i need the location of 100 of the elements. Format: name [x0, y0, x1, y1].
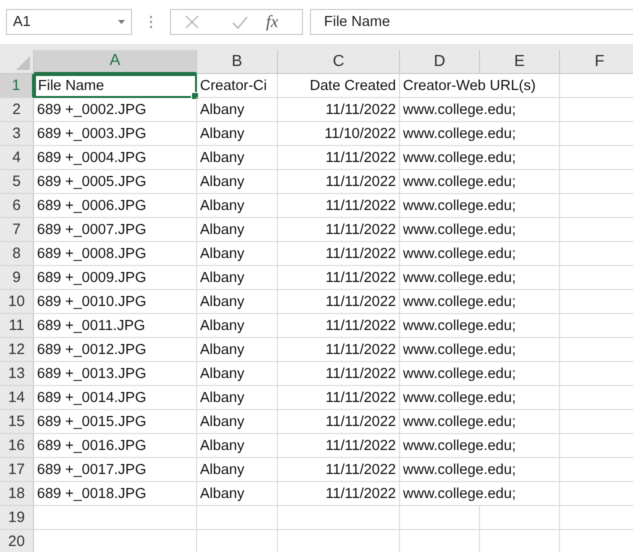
checkmark-icon[interactable] [232, 16, 248, 28]
table-cell: 689 +_0011.JPG [34, 314, 197, 338]
column-header[interactable]: D [400, 50, 480, 74]
row-header[interactable]: 2 [0, 98, 34, 122]
table-cell: 11/10/2022 [278, 122, 400, 146]
table-cell: Albany [197, 434, 278, 458]
active-cell[interactable]: File Name [34, 74, 197, 98]
table-cell: 11/11/2022 [278, 218, 400, 242]
fill-handle[interactable] [191, 92, 199, 100]
table-cell: Albany [197, 122, 278, 146]
table-cell: Albany [197, 482, 278, 506]
table-cell: www.college.edu; [400, 362, 560, 386]
table-cell: 11/11/2022 [278, 362, 400, 386]
table-cell: 689 +_0002.JPG [34, 98, 197, 122]
table-cell: www.college.edu; [400, 170, 560, 194]
table-cell: www.college.edu; [400, 122, 560, 146]
cell-reference: A1 [13, 14, 31, 30]
table-cell: 689 +_0013.JPG [34, 362, 197, 386]
table-cell: Date Created [278, 74, 400, 98]
row-header[interactable]: 19 [0, 506, 34, 530]
row-header[interactable]: 6 [0, 194, 34, 218]
row-header[interactable]: 5 [0, 170, 34, 194]
table-cell: Albany [197, 410, 278, 434]
column-header[interactable]: B [197, 50, 278, 74]
table-cell: www.college.edu; [400, 146, 560, 170]
column-header[interactable]: C [278, 50, 400, 74]
table-cell: Albany [197, 266, 278, 290]
table-cell: Albany [197, 98, 278, 122]
table-cell: Albany [197, 386, 278, 410]
table-cell: 689 +_0018.JPG [34, 482, 197, 506]
table-cell: 689 +_0007.JPG [34, 218, 197, 242]
insert-function-button[interactable]: fx [266, 12, 278, 32]
table-cell: 11/11/2022 [278, 386, 400, 410]
row-header[interactable]: 11 [0, 314, 34, 338]
table-cell: 11/11/2022 [278, 242, 400, 266]
table-cell: 11/11/2022 [278, 458, 400, 482]
drag-handle-icon[interactable] [149, 15, 153, 29]
table-cell: 11/11/2022 [278, 434, 400, 458]
table-cell: www.college.edu; [400, 386, 560, 410]
row-header[interactable]: 4 [0, 146, 34, 170]
table-cell: Albany [197, 242, 278, 266]
table-cell: 689 +_0012.JPG [34, 338, 197, 362]
formula-text: File Name [324, 14, 390, 30]
table-cell: Albany [197, 458, 278, 482]
column-header[interactable]: E [480, 50, 560, 74]
table-cell: www.college.edu; [400, 242, 560, 266]
row-header[interactable]: 14 [0, 386, 34, 410]
table-cell: Albany [197, 290, 278, 314]
table-cell: www.college.edu; [400, 266, 560, 290]
table-cell: www.college.edu; [400, 218, 560, 242]
row-header[interactable]: 16 [0, 434, 34, 458]
table-cell: www.college.edu; [400, 434, 560, 458]
table-cell: Albany [197, 338, 278, 362]
row-header[interactable]: 1 [0, 74, 34, 98]
formula-bar[interactable]: File Name [310, 9, 633, 35]
table-cell: www.college.edu; [400, 194, 560, 218]
table-cell: 11/11/2022 [278, 482, 400, 506]
table-cell: Creator-Web URL(s) [400, 74, 560, 98]
dropdown-caret-icon[interactable] [118, 20, 125, 24]
row-header[interactable]: 18 [0, 482, 34, 506]
row-header[interactable]: 8 [0, 242, 34, 266]
table-cell: 689 +_0008.JPG [34, 242, 197, 266]
table-cell: 11/11/2022 [278, 410, 400, 434]
column-header[interactable]: A [34, 50, 197, 74]
column-header[interactable]: F [560, 50, 633, 74]
table-cell: 689 +_0015.JPG [34, 410, 197, 434]
table-cell: Albany [197, 314, 278, 338]
row-header[interactable]: 15 [0, 410, 34, 434]
table-cell: www.college.edu; [400, 338, 560, 362]
table-cell: 11/11/2022 [278, 338, 400, 362]
table-cell: 689 +_0005.JPG [34, 170, 197, 194]
table-cell: www.college.edu; [400, 290, 560, 314]
name-box[interactable]: A1 [6, 9, 132, 35]
table-cell: 689 +_0004.JPG [34, 146, 197, 170]
table-cell: Albany [197, 194, 278, 218]
table-cell: 11/11/2022 [278, 266, 400, 290]
table-cell: 11/11/2022 [278, 194, 400, 218]
table-cell: 689 +_0003.JPG [34, 122, 197, 146]
table-cell: www.college.edu; [400, 314, 560, 338]
table-cell: Albany [197, 170, 278, 194]
table-cell: 689 +_0016.JPG [34, 434, 197, 458]
table-cell: 689 +_0006.JPG [34, 194, 197, 218]
table-cell: Albany [197, 362, 278, 386]
table-cell: 11/11/2022 [278, 170, 400, 194]
table-cell: 689 +_0010.JPG [34, 290, 197, 314]
row-header[interactable]: 10 [0, 290, 34, 314]
row-header[interactable]: 9 [0, 266, 34, 290]
table-cell: 689 +_0009.JPG [34, 266, 197, 290]
table-cell: 11/11/2022 [278, 290, 400, 314]
table-cell: Albany [197, 146, 278, 170]
table-cell: 689 +_0014.JPG [34, 386, 197, 410]
row-header[interactable]: 13 [0, 362, 34, 386]
row-header[interactable]: 3 [0, 122, 34, 146]
table-cell: www.college.edu; [400, 98, 560, 122]
row-header[interactable]: 20 [0, 530, 34, 552]
row-header[interactable]: 7 [0, 218, 34, 242]
row-header[interactable]: 12 [0, 338, 34, 362]
cancel-icon[interactable] [185, 15, 199, 29]
row-header[interactable]: 17 [0, 458, 34, 482]
select-all-icon[interactable] [16, 56, 30, 70]
